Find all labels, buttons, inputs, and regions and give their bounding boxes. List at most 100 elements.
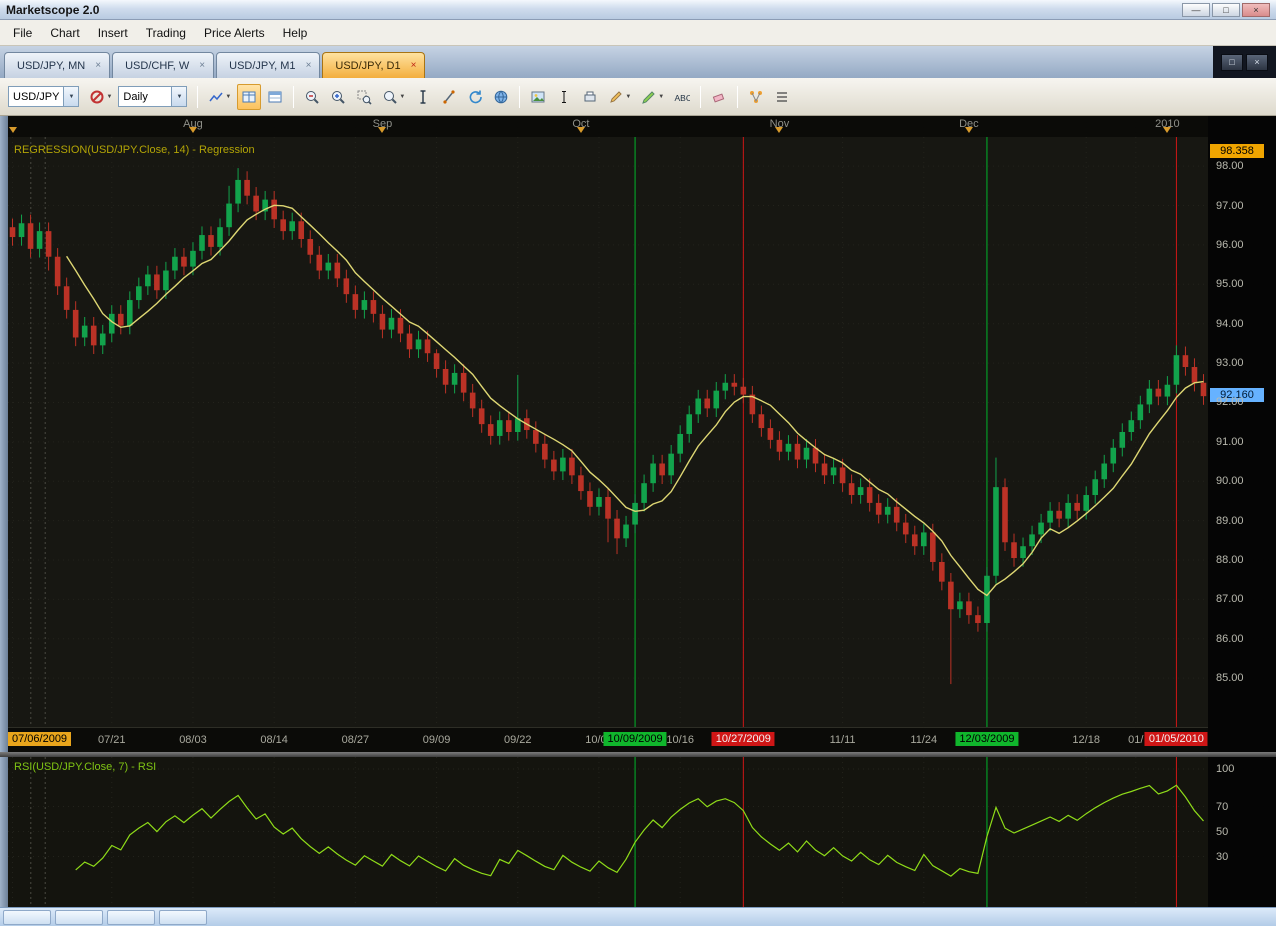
refresh-button[interactable] [463,84,487,110]
zoom-out-button[interactable] [300,84,324,110]
price-axis-label: 97.00 [1216,199,1244,212]
price-axis-label: 90.00 [1216,475,1244,488]
data-table-button[interactable] [237,83,262,110]
main-chart-plot[interactable]: REGRESSION(USD/JPY.Close, 14) - Regressi… [8,137,1208,727]
menu-item-price-alerts[interactable]: Price Alerts [195,22,274,44]
period-combo-value: Daily [123,90,148,103]
timezone-button[interactable] [489,84,513,110]
window-controls: — □ × [1182,2,1270,17]
line-chart-icon [208,89,224,105]
line-tool-button[interactable]: ▼ [604,84,635,110]
candlestick-chart[interactable] [8,137,1208,727]
month-marker-icon [188,127,197,137]
measure-button[interactable] [437,84,461,110]
date-axis-label: 08/14 [260,734,288,746]
snapshot-button[interactable] [526,84,550,110]
zoom-in-button[interactable] [326,84,350,110]
chart-tab-usd-chf-w[interactable]: USD/CHF, W × [112,52,215,78]
list-button[interactable] [770,84,794,110]
symbol-combo-value: USD/JPY [13,90,60,103]
minimize-button[interactable]: — [1182,2,1210,17]
month-marker-icon [8,127,17,137]
restore-chart-button[interactable]: □ [1221,53,1243,71]
price-axis-label: 95.00 [1216,278,1244,291]
menu-item-trading[interactable]: Trading [137,22,195,44]
dropdown-caret-icon[interactable]: ▼ [225,94,231,100]
marker-tool-button[interactable]: ▼ [637,84,668,110]
close-chart-button[interactable]: × [1246,53,1268,71]
chart-tab-usd-jpy-m1[interactable]: USD/JPY, M1 × [216,52,321,78]
rsi-axis-label: 50 [1216,825,1229,838]
tab-close-icon[interactable]: × [199,60,205,71]
chart-region: Aug Sep Oct Nov Dec 2010 REGRESSION(USD/JPY.C… [0,116,1276,907]
price-axis[interactable]: 98.358 92.160 98.00 97.00 96.00 95.00 94.00 9… [1208,116,1276,752]
date-axis-label: 08/27 [341,734,370,746]
chart-tab-usd-jpy-d1[interactable]: USD/JPY, D1 × [322,52,426,78]
symbol-combo[interactable]: USD/JPY ▼ [8,86,80,107]
taskbar-button[interactable] [55,910,103,925]
zoom-in-icon [330,89,346,105]
text-label-button[interactable]: ABC [670,84,694,110]
month-axis: Aug Sep Oct Nov Dec 2010 [8,116,1208,137]
toolbar-separator [737,85,739,108]
tab-label: USD/JPY, M1 [229,59,296,72]
price-axis-label: 96.00 [1216,238,1244,251]
taskbar-button[interactable] [159,910,207,925]
rsi-chart[interactable] [8,757,1208,907]
dropdown-caret-icon[interactable]: ▼ [658,94,664,100]
date-axis-label: 11/24 [910,734,938,746]
close-button[interactable]: × [1242,2,1270,17]
date-axis[interactable]: 07/21 08/03 08/14 08/27 09/09 09/22 10/05 10/16… [8,727,1208,752]
dropdown-caret-icon[interactable]: ▼ [625,94,631,100]
dropdown-caret-icon[interactable]: ▼ [106,94,112,100]
date-axis-label: 09/22 [504,734,532,746]
ibeam-icon [415,89,431,105]
panel-icon [582,89,598,105]
chart-tab-usd-jpy-mn[interactable]: USD/JPY, MN × [4,52,111,78]
tab-close-icon[interactable]: × [306,60,312,71]
rsi-axis-label: 70 [1216,800,1229,813]
magnifier-button[interactable]: ▼ [378,84,409,110]
maximize-button[interactable]: □ [1212,2,1240,17]
rsi-axis[interactable]: 100 70 50 30 [1208,757,1276,907]
abc-icon: ABC [674,89,691,105]
hide-symbol-button[interactable]: ▼ [85,84,116,110]
symbol-combo-dropdown-icon[interactable]: ▼ [63,87,79,106]
price-axis-label: 87.00 [1216,593,1244,606]
measure-icon [441,89,457,105]
period-combo-dropdown-icon[interactable]: ▼ [171,87,187,106]
zoom-selection-button[interactable] [352,84,376,110]
layout-button[interactable] [578,84,602,110]
menu-item-chart[interactable]: Chart [41,22,88,44]
eraser-button[interactable] [707,84,731,110]
objects-button[interactable] [744,84,768,110]
period-combo[interactable]: Daily ▼ [118,86,188,107]
quotes-panel-button[interactable] [263,84,287,110]
tab-close-icon[interactable]: × [95,60,101,71]
taskbar-button[interactable] [107,910,155,925]
price-axis-label: 85.00 [1216,672,1244,685]
month-marker-icon [378,127,387,137]
no-entry-icon [89,89,105,105]
taskbar-button[interactable] [3,910,51,925]
month-marker-icon [576,127,585,137]
nodes-icon [748,89,764,105]
menu-item-insert[interactable]: Insert [89,22,137,44]
date-marker-red: 01/05/2010 [1144,732,1208,746]
rsi-axis-label: 30 [1216,850,1229,863]
date-axis-label: 09/09 [422,734,451,746]
text-cursor-button[interactable] [552,84,576,110]
cursor-icon [556,89,572,105]
menu-item-help[interactable]: Help [274,22,317,44]
magnifier-icon [382,89,398,105]
date-marker-yellow: 07/06/2009 [8,732,72,746]
tab-close-icon[interactable]: × [411,60,417,71]
chart-style-button[interactable]: ▼ [204,84,235,110]
menu-item-file[interactable]: File [4,22,41,44]
price-axis-label: 94.00 [1216,317,1244,330]
crosshair-button[interactable] [411,84,435,110]
rsi-panel[interactable]: RSI(USD/JPY.Close, 7) - RSI [8,757,1208,907]
dropdown-caret-icon[interactable]: ▼ [399,94,405,100]
grid2-icon [267,89,283,105]
regression-indicator-label: REGRESSION(USD/JPY.Close, 14) - Regressi… [14,144,255,156]
